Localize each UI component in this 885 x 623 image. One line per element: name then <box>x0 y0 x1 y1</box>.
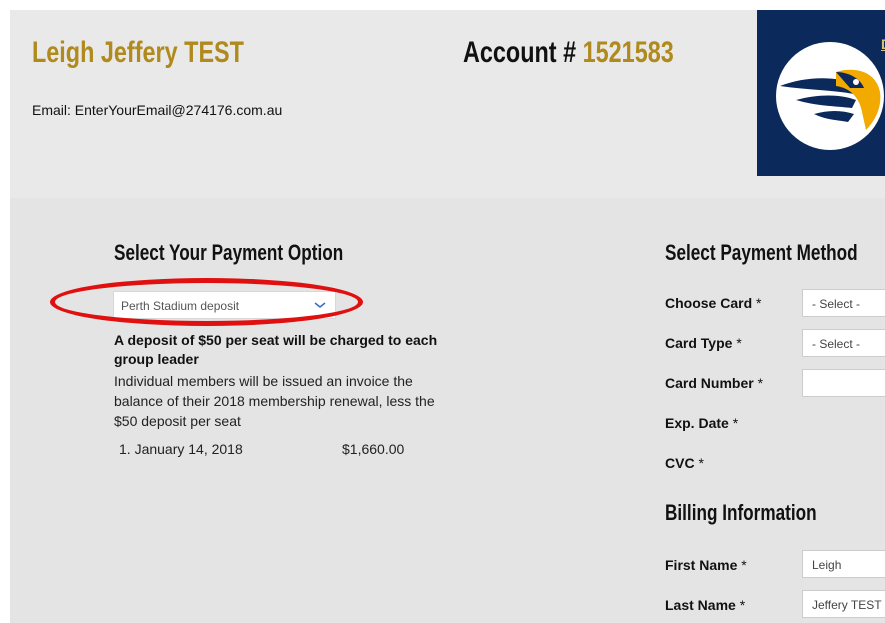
club-logo-panel: D <box>757 10 885 176</box>
account-label: Account # <box>463 36 577 69</box>
payment-option-selected: Perth Stadium deposit <box>121 299 240 313</box>
exp-date-label: Exp. Date * <box>665 415 739 431</box>
last-name-input[interactable]: Jeffery TEST <box>802 590 885 618</box>
card-number-label: Card Number * <box>665 375 764 391</box>
deposit-notice: A deposit of $50 per seat will be charge… <box>114 332 438 367</box>
payment-option-select[interactable]: Perth Stadium deposit <box>113 291 336 319</box>
choose-card-select[interactable]: - Select - <box>802 289 885 317</box>
instalment-label: 1. January 14, 2018 <box>119 441 243 457</box>
payment-method-title: Select Payment Method <box>665 240 858 265</box>
email-text: Email: EnterYourEmail@274176.com.au <box>32 102 283 118</box>
card-type-label: Card Type * <box>665 335 742 351</box>
cvc-label: CVC * <box>665 455 704 471</box>
deposit-detail: Individual members will be issued an inv… <box>114 373 435 429</box>
account-number: 1521583 <box>582 36 674 69</box>
card-type-select[interactable]: - Select - <box>802 329 885 357</box>
member-name: Leigh Jeffery TEST <box>32 36 244 69</box>
page: Leigh Jeffery TEST Account # 1521583 Ema… <box>10 10 885 623</box>
header: Leigh Jeffery TEST Account # 1521583 Ema… <box>10 10 885 198</box>
first-name-input[interactable]: Leigh <box>802 550 885 578</box>
chevron-down-icon <box>314 299 326 314</box>
card-number-input[interactable] <box>802 369 885 397</box>
billing-title: Billing Information <box>665 500 817 525</box>
choose-card-label: Choose Card * <box>665 295 762 311</box>
payment-option-title: Select Your Payment Option <box>114 240 344 265</box>
logo-link[interactable]: D <box>881 36 885 52</box>
instalment-amount: $1,660.00 <box>342 441 405 457</box>
first-name-label: First Name * <box>665 557 747 573</box>
eagle-logo-icon <box>776 42 884 150</box>
account-heading: Account # 1521583 <box>463 36 674 70</box>
last-name-label: Last Name * <box>665 597 746 613</box>
